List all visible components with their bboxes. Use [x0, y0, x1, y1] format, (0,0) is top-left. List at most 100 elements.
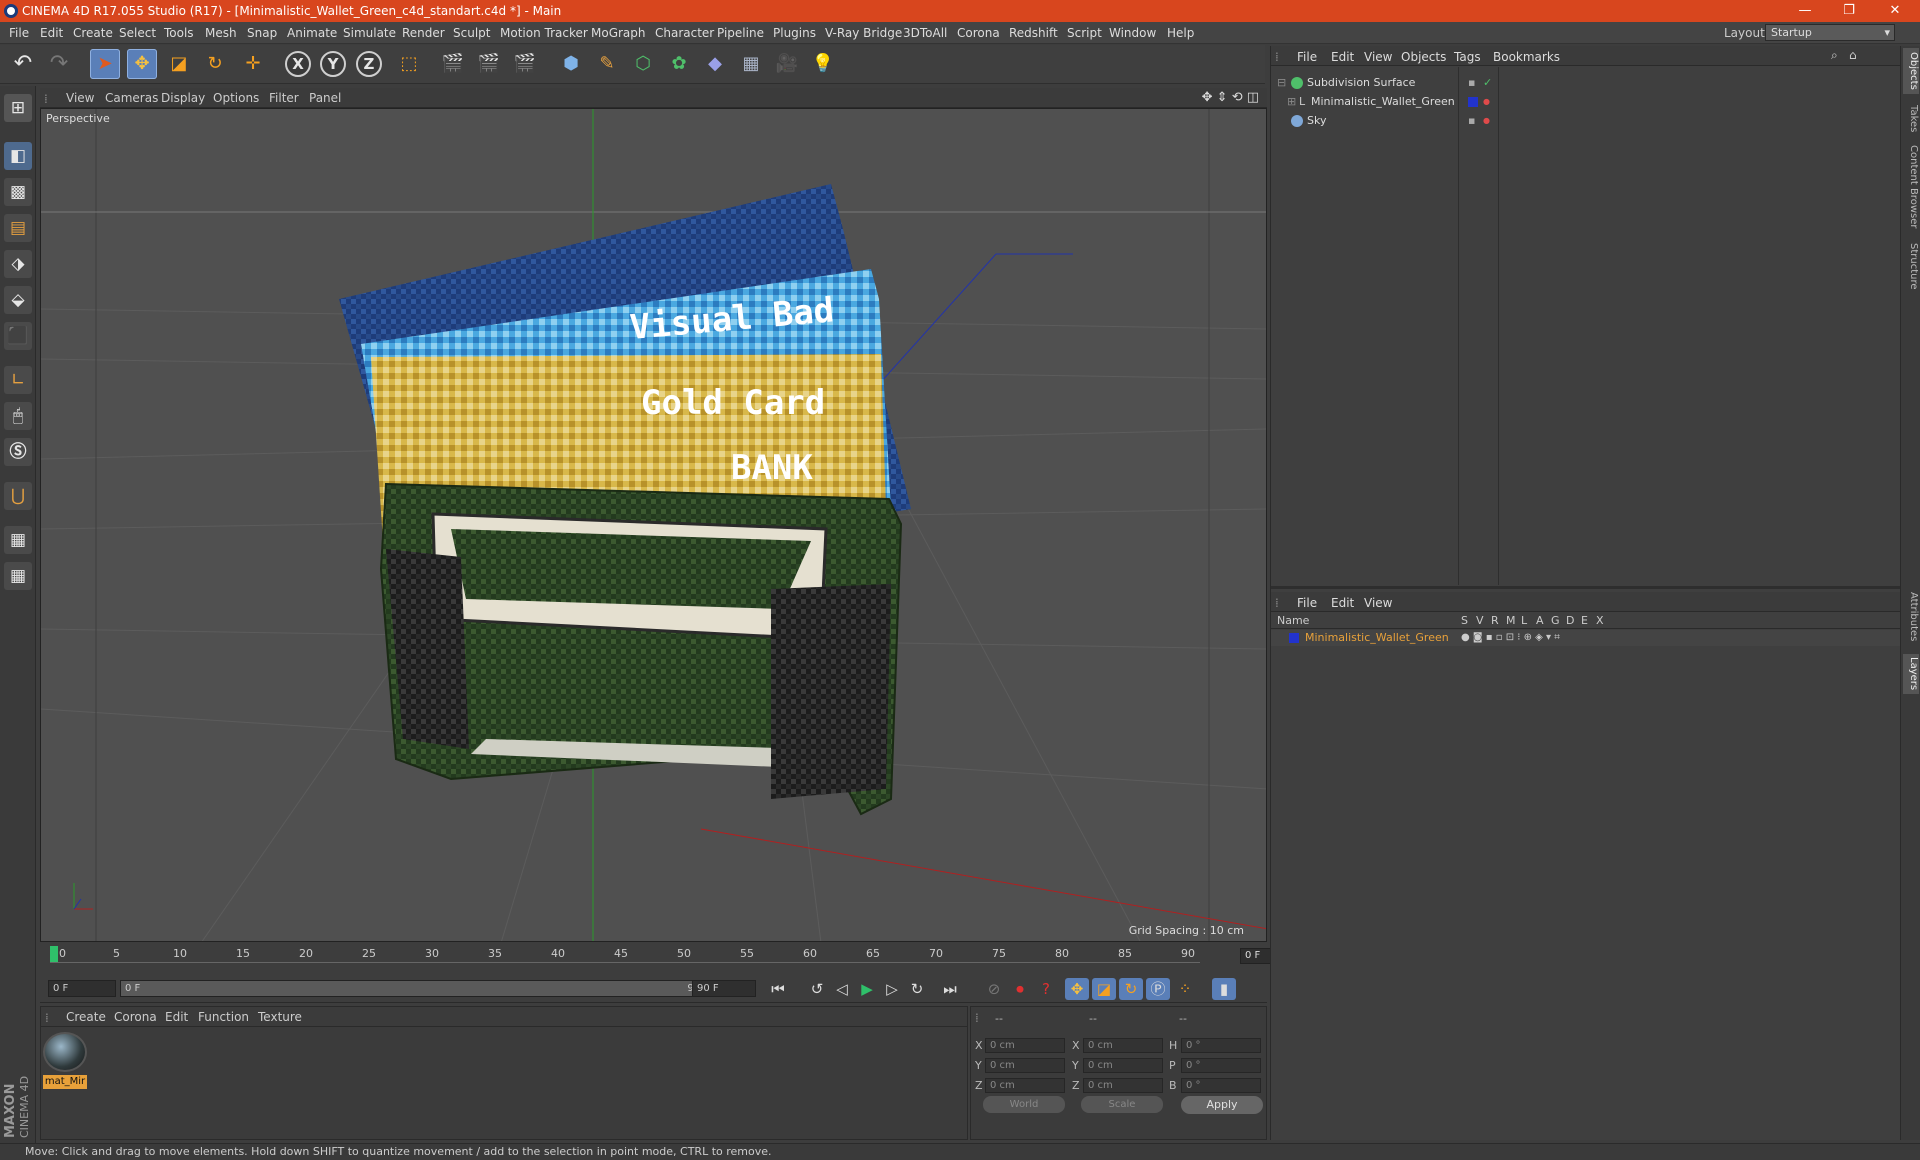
- add-light-button[interactable]: 💡: [808, 49, 838, 79]
- size-x-field[interactable]: 0 cm: [1083, 1038, 1163, 1053]
- viewport-menu-panel[interactable]: Panel: [309, 91, 341, 105]
- timeline-window-button[interactable]: ▮: [1212, 978, 1236, 1000]
- layer-row[interactable]: Minimalistic_Wallet_Green ● ◙ ▪ ▫ ⊡ ⁝ ⊕ …: [1271, 630, 1901, 646]
- tab-structure[interactable]: Structure: [1903, 238, 1919, 294]
- menu-tools[interactable]: Tools: [164, 26, 194, 40]
- material-preview-swatch[interactable]: [43, 1032, 87, 1072]
- menu-select[interactable]: Select: [119, 26, 156, 40]
- key-parameter-button[interactable]: Ⓟ: [1146, 978, 1170, 1000]
- menu-window[interactable]: Window: [1109, 26, 1156, 40]
- menu-mesh[interactable]: Mesh: [205, 26, 237, 40]
- object-menu-edit[interactable]: Edit: [1331, 50, 1354, 64]
- viewport-nav-icons[interactable]: ✥ ⇕ ⟲ ◫: [1202, 90, 1259, 105]
- polygons-mode-button[interactable]: ⬛: [4, 322, 32, 350]
- move-tool-button[interactable]: ✥: [127, 49, 157, 79]
- points-mode-button[interactable]: ⬗: [4, 250, 32, 278]
- col-r[interactable]: R: [1491, 614, 1499, 627]
- tab-content-browser[interactable]: Content Browser: [1903, 142, 1919, 232]
- tweak-mode-button[interactable]: 🖱: [4, 402, 32, 430]
- add-cube-button[interactable]: ⬢: [556, 49, 586, 79]
- y-axis-lock-button[interactable]: Y: [320, 51, 346, 77]
- go-to-end-button[interactable]: ⏭: [938, 978, 962, 1000]
- tree-expand-icon[interactable]: ⊞: [1287, 93, 1296, 111]
- undo-button[interactable]: ↶: [8, 49, 38, 79]
- previous-frame-button[interactable]: ◁: [830, 978, 854, 1000]
- add-deformer-button[interactable]: ◆: [700, 49, 730, 79]
- home-icon[interactable]: ⌂: [1849, 48, 1857, 62]
- object-menu-file[interactable]: File: [1297, 50, 1317, 64]
- dot-icon[interactable]: ●: [1483, 112, 1490, 130]
- col-s[interactable]: S: [1461, 614, 1468, 627]
- render-settings-button[interactable]: 🎬: [510, 49, 540, 79]
- add-scene-button[interactable]: ▦: [736, 49, 766, 79]
- col-e[interactable]: E: [1581, 614, 1588, 627]
- x-axis-lock-button[interactable]: X: [285, 51, 311, 77]
- menu-help[interactable]: Help: [1167, 26, 1194, 40]
- menu-redshift[interactable]: Redshift: [1009, 26, 1058, 40]
- viewport-menu-options[interactable]: Options: [213, 91, 259, 105]
- maximize-button[interactable]: ❐: [1829, 0, 1869, 22]
- select-tool-button[interactable]: ➤: [90, 49, 120, 79]
- tree-collapse-icon[interactable]: ⊟: [1277, 74, 1286, 92]
- grid-lock-button[interactable]: ▦: [4, 526, 32, 554]
- z-axis-lock-button[interactable]: Z: [356, 51, 382, 77]
- position-y-field[interactable]: 0 cm: [985, 1058, 1065, 1073]
- object-menu-objects[interactable]: Objects: [1401, 50, 1446, 64]
- add-camera-button[interactable]: 🎥: [772, 49, 802, 79]
- material-menu-create[interactable]: Create: [66, 1010, 106, 1024]
- previous-key-button[interactable]: ↺: [805, 978, 829, 1000]
- object-menu-view[interactable]: View: [1364, 50, 1392, 64]
- tab-layers[interactable]: Layers: [1903, 654, 1919, 694]
- rotation-p-field[interactable]: 0 °: [1181, 1058, 1261, 1073]
- menu-pipeline[interactable]: Pipeline: [717, 26, 764, 40]
- object-menu-bookmarks[interactable]: Bookmarks: [1493, 50, 1560, 64]
- edges-mode-button[interactable]: ⬙: [4, 286, 32, 314]
- menu-motion-tracker[interactable]: Motion Tracker: [500, 26, 588, 40]
- col-a[interactable]: A: [1536, 614, 1544, 627]
- panel-divider[interactable]: [1271, 586, 1900, 589]
- dot-icon[interactable]: ●: [1483, 93, 1490, 111]
- workplane-mode-button[interactable]: ▤: [4, 214, 32, 242]
- viewport-menu-display[interactable]: Display: [161, 91, 205, 105]
- timeline-ruler[interactable]: 0 5 10 15 20 25 30 35 40 45 50 55 60 65 …: [40, 944, 1300, 972]
- material-name-label[interactable]: mat_Mir: [43, 1075, 87, 1089]
- viewport-menu-view[interactable]: View: [66, 91, 94, 105]
- scene-canvas[interactable]: Visual Bad Gold Card BANK: [41, 109, 1267, 942]
- col-m[interactable]: M: [1506, 614, 1516, 627]
- key-rotation-button[interactable]: ↻: [1119, 978, 1143, 1000]
- snap-button[interactable]: Ⓢ: [4, 438, 32, 466]
- menu-mograph[interactable]: MoGraph: [591, 26, 646, 40]
- col-v[interactable]: V: [1476, 614, 1484, 627]
- menu-plugins[interactable]: Plugins: [773, 26, 816, 40]
- next-key-button[interactable]: ↻: [905, 978, 929, 1000]
- col-d[interactable]: D: [1566, 614, 1574, 627]
- menu-snap[interactable]: Snap: [247, 26, 277, 40]
- tab-objects[interactable]: Objects: [1903, 48, 1919, 94]
- object-row[interactable]: Sky ▪ ●: [1275, 112, 1895, 130]
- menu-corona[interactable]: Corona: [957, 26, 1000, 40]
- rotation-b-field[interactable]: 0 °: [1181, 1078, 1261, 1093]
- object-row[interactable]: ⊟ Subdivision Surface ▪ ✓: [1275, 74, 1895, 92]
- material-menu-corona[interactable]: Corona: [114, 1010, 157, 1024]
- start-frame-field[interactable]: 0 F: [48, 980, 116, 997]
- frame-range-slider[interactable]: 0 F 90 F: [120, 980, 726, 997]
- rotation-h-field[interactable]: 0 °: [1181, 1038, 1261, 1053]
- key-scale-button[interactable]: ◪: [1092, 978, 1116, 1000]
- key-position-button[interactable]: ✥: [1065, 978, 1089, 1000]
- position-z-field[interactable]: 0 cm: [985, 1078, 1065, 1093]
- viewport-menu-filter[interactable]: Filter: [269, 91, 299, 105]
- menu-script[interactable]: Script: [1067, 26, 1102, 40]
- go-to-start-button[interactable]: ⏮: [766, 978, 790, 1000]
- menu-create[interactable]: Create: [73, 26, 113, 40]
- tab-takes[interactable]: Takes: [1903, 102, 1919, 136]
- playhead[interactable]: [50, 946, 58, 962]
- size-z-field[interactable]: 0 cm: [1083, 1078, 1163, 1093]
- scale-tool-button[interactable]: ◪: [164, 49, 194, 79]
- menu-animate[interactable]: Animate: [287, 26, 337, 40]
- end-frame-field[interactable]: 90 F: [692, 980, 756, 997]
- layer-color-swatch[interactable]: [1468, 97, 1478, 107]
- size-mode-select[interactable]: Scale: [1081, 1096, 1163, 1113]
- coordinate-system-button[interactable]: ⬚: [394, 49, 424, 79]
- visibility-toggle[interactable]: ▪: [1468, 74, 1475, 92]
- autokey-button[interactable]: ⏺: [1008, 978, 1032, 1000]
